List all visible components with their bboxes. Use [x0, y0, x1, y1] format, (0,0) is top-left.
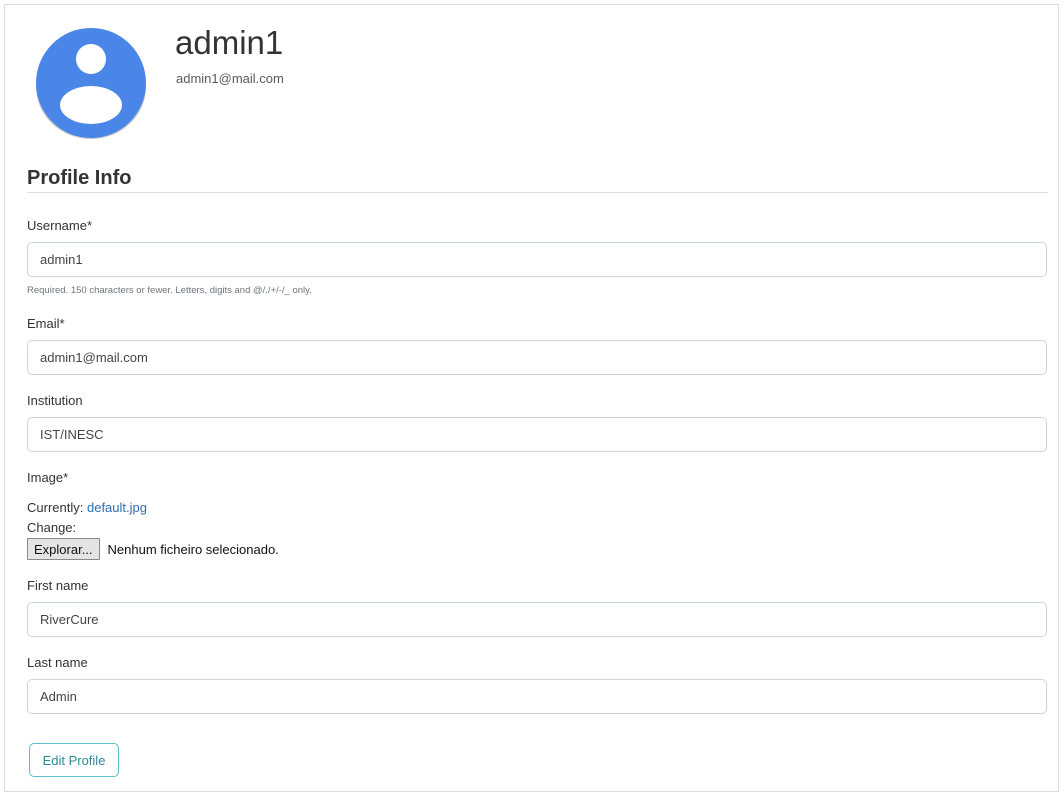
currently-label: Currently: — [27, 500, 84, 515]
section-title: Profile Info — [27, 167, 132, 189]
last-name-input[interactable] — [27, 679, 1047, 714]
institution-label: Institution — [27, 393, 83, 408]
file-status-text: Nenhum ficheiro selecionado. — [107, 541, 279, 557]
current-image-link[interactable]: default.jpg — [87, 500, 147, 515]
profile-username: admin1 — [175, 24, 284, 61]
username-input[interactable] — [27, 242, 1047, 277]
file-input[interactable]: Explorar... Nenhum ficheiro selecionado. — [27, 538, 279, 560]
user-avatar-icon — [35, 25, 147, 141]
current-image-line: Currently: default.jpg — [27, 500, 147, 515]
first-name-input[interactable] — [27, 602, 1047, 637]
edit-profile-button[interactable]: Edit Profile — [29, 743, 119, 777]
change-label: Change: — [27, 520, 77, 535]
last-name-label: Last name — [27, 655, 88, 670]
section-divider — [27, 192, 1048, 193]
username-label: Username* — [27, 218, 93, 233]
email-input[interactable] — [27, 340, 1047, 375]
browse-button[interactable]: Explorar... — [27, 538, 100, 560]
profile-email: admin1@mail.com — [176, 71, 284, 86]
image-label: Image* — [27, 470, 69, 485]
profile-card: admin1 admin1@mail.com Profile Info User… — [4, 4, 1059, 792]
email-label: Email* — [27, 316, 65, 331]
first-name-label: First name — [27, 578, 89, 593]
institution-input[interactable] — [27, 417, 1047, 452]
username-help-text: Required. 150 characters or fewer. Lette… — [27, 285, 312, 296]
